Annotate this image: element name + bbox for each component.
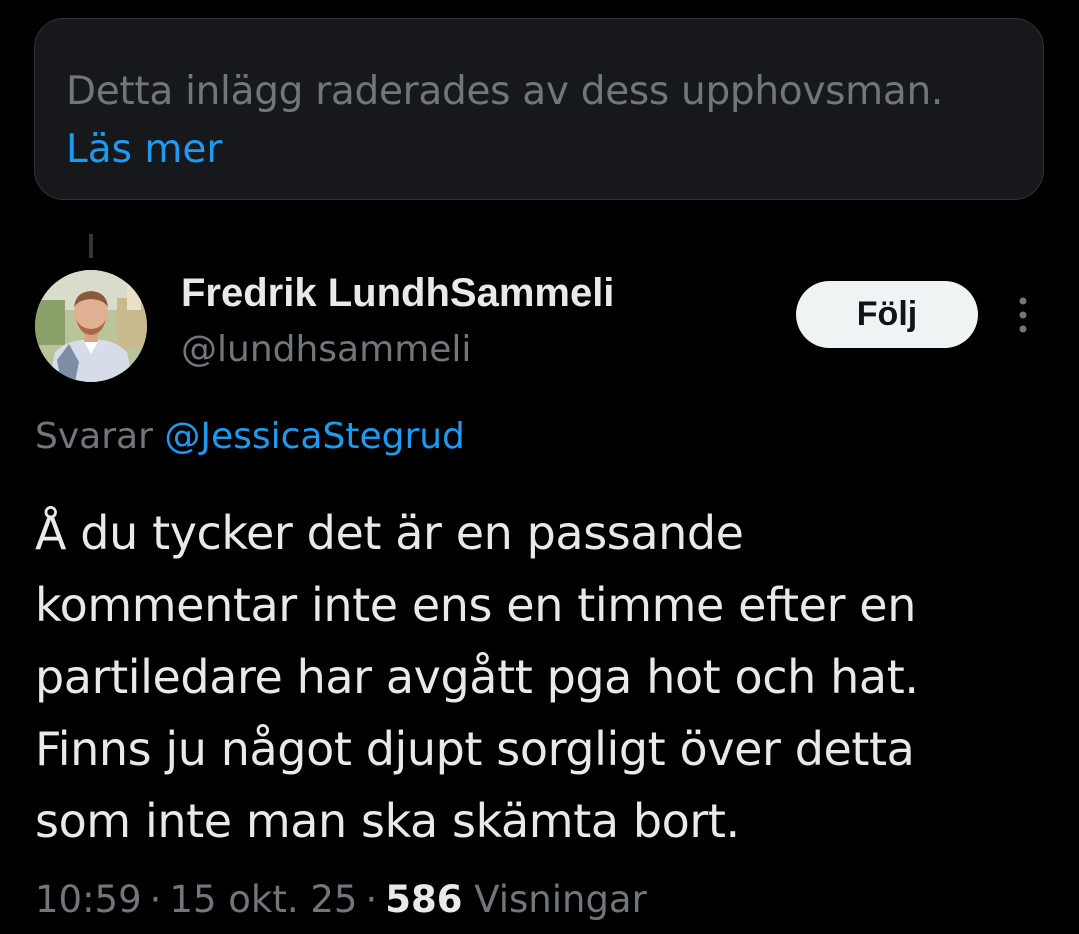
tweet-text-line: Finns ju något djupt sorgligt över detta <box>35 722 915 776</box>
author-handle[interactable]: @lundhsammeli <box>181 325 471 375</box>
meta-separator: · <box>365 878 378 921</box>
deleted-notice-text: Detta inlägg raderades av dess upphovsma… <box>66 69 943 114</box>
tweet-text-line: som inte man ska skämta bort. <box>35 794 740 848</box>
avatar[interactable] <box>35 270 147 382</box>
tweet-time[interactable]: 10:59 <box>35 878 142 921</box>
tweet-metadata: 10:59 · 15 okt. 25 · 586 Visningar <box>35 872 647 928</box>
views-label: Visningar <box>474 878 647 921</box>
profile-photo-icon <box>35 270 147 382</box>
tweet-text-line: Å du tycker det är en passande <box>35 506 744 560</box>
thread-connector-line <box>89 234 93 258</box>
reply-prefix: Svarar <box>35 416 153 457</box>
tweet-text: Å du tycker det är en passande kommentar… <box>35 497 1045 857</box>
author-name[interactable]: Fredrik LundhSammeli <box>181 268 614 318</box>
deleted-post-notice: Detta inlägg raderades av dess upphovsma… <box>34 18 1044 200</box>
tweet-text-line: kommentar inte ens en timme efter en <box>35 578 916 632</box>
views-count: 586 <box>385 878 463 921</box>
meta-separator: · <box>149 878 162 921</box>
reply-context: Svarar @JessicaStegrud <box>35 412 465 462</box>
more-vertical-icon[interactable] <box>1008 292 1038 338</box>
read-more-link[interactable]: Läs mer <box>66 121 1013 179</box>
tweet-text-line: partiledare har avgått pga hot och hat. <box>35 650 919 704</box>
follow-button[interactable]: Följ <box>796 281 978 348</box>
reply-mention-link[interactable]: @JessicaStegrud <box>164 416 465 457</box>
tweet-date[interactable]: 15 okt. 25 <box>169 878 357 921</box>
